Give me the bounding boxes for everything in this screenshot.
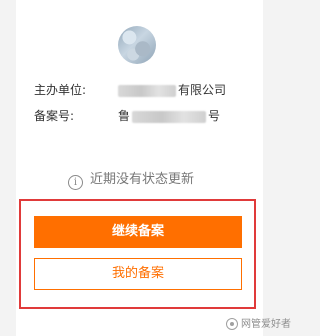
record-no-value: 鲁号: [118, 108, 220, 124]
record-no-prefix: 鲁: [118, 109, 131, 123]
record-no-label: 备案号:: [34, 109, 75, 123]
company-value-visible: 有限公司: [178, 83, 227, 97]
avatar: [118, 26, 156, 64]
wechat-logo-icon: [226, 318, 238, 330]
status-text: 近期没有状态更新: [90, 172, 195, 187]
page: 主办单位: 有限公司 备案号: 鲁号 i 近期没有状态更新 继续备案 我的备案 网管爱…: [0, 0, 297, 336]
redacted-record-number: [132, 110, 207, 123]
record-no-suffix: 号: [208, 109, 221, 123]
watermark-text: 网管爱好者: [241, 319, 291, 330]
status-message: i 近期没有状态更新: [68, 172, 194, 190]
my-records-button[interactable]: 我的备案: [34, 258, 242, 290]
record-no-row: 备案号: 鲁号: [34, 108, 220, 124]
watermark: 网管爱好者: [226, 318, 291, 332]
continue-record-button[interactable]: 继续备案: [34, 216, 242, 248]
info-icon: i: [68, 175, 83, 190]
company-label: 主办单位:: [34, 83, 87, 97]
company-row: 主办单位: 有限公司: [34, 82, 226, 98]
redacted-company-name: [118, 84, 176, 97]
company-value: 有限公司: [118, 82, 226, 98]
